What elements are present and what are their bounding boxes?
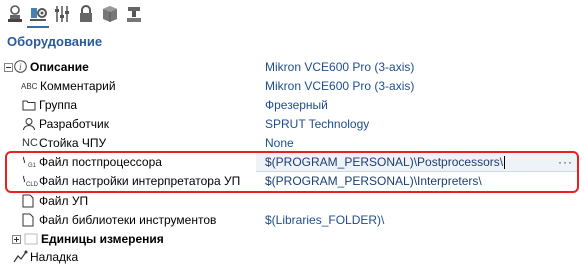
property-row-developer[interactable]: Разработчик SPRUT Technology [0, 115, 585, 134]
property-row-comment[interactable]: ABC Комментарий Mikron VCE600 Pro (3-axi… [0, 77, 585, 96]
property-label: Разработчик [39, 117, 109, 131]
property-row-description[interactable]: i Описание Mikron VCE600 Pro (3-axis) [0, 58, 585, 77]
folder-icon [22, 98, 36, 112]
property-row-setup[interactable]: Наладка [0, 248, 585, 267]
property-row-nc-file[interactable]: Файл УП [0, 192, 585, 211]
user-icon [22, 117, 36, 131]
property-label: Единицы измерения [41, 232, 164, 246]
property-row-tool-library[interactable]: Файл библиотеки инструментов $(Libraries… [0, 211, 585, 230]
tool-settings-icon[interactable] [27, 2, 49, 28]
lock-icon[interactable] [75, 2, 97, 26]
text-icon: ABC [21, 82, 38, 91]
file-icon [22, 194, 36, 208]
property-value[interactable]: Mikron VCE600 Pro (3-axis) [265, 77, 414, 96]
info-icon: i [14, 60, 28, 74]
library-file-icon [22, 213, 36, 227]
machine-icon[interactable] [123, 2, 145, 26]
property-row-group[interactable]: Группа Фрезерный [0, 96, 585, 115]
property-label: Группа [39, 98, 78, 112]
cube-icon[interactable] [99, 2, 121, 26]
property-value[interactable]: Mikron VCE600 Pro (3-axis) [265, 58, 414, 77]
property-label: Описание [30, 60, 89, 74]
property-row-units[interactable]: Единицы измерения [0, 230, 585, 249]
setup-icon [12, 250, 28, 264]
toolbar [2, 0, 202, 28]
property-value[interactable]: Фрезерный [265, 96, 328, 115]
units-icon [24, 232, 38, 246]
property-value[interactable]: $(Libraries_FOLDER)\ [265, 211, 384, 230]
highlight-box [5, 151, 579, 193]
section-title: Оборудование [7, 34, 103, 49]
sliders-icon[interactable] [51, 2, 73, 26]
property-label: Наладка [30, 250, 79, 264]
property-value[interactable]: SPRUT Technology [265, 115, 369, 134]
property-label: Файл библиотеки инструментов [39, 213, 217, 227]
hand-probe-icon[interactable] [4, 2, 26, 26]
svg-text:i: i [19, 62, 22, 72]
property-label: Файл УП [39, 194, 89, 208]
property-label: Комментарий [40, 79, 116, 93]
